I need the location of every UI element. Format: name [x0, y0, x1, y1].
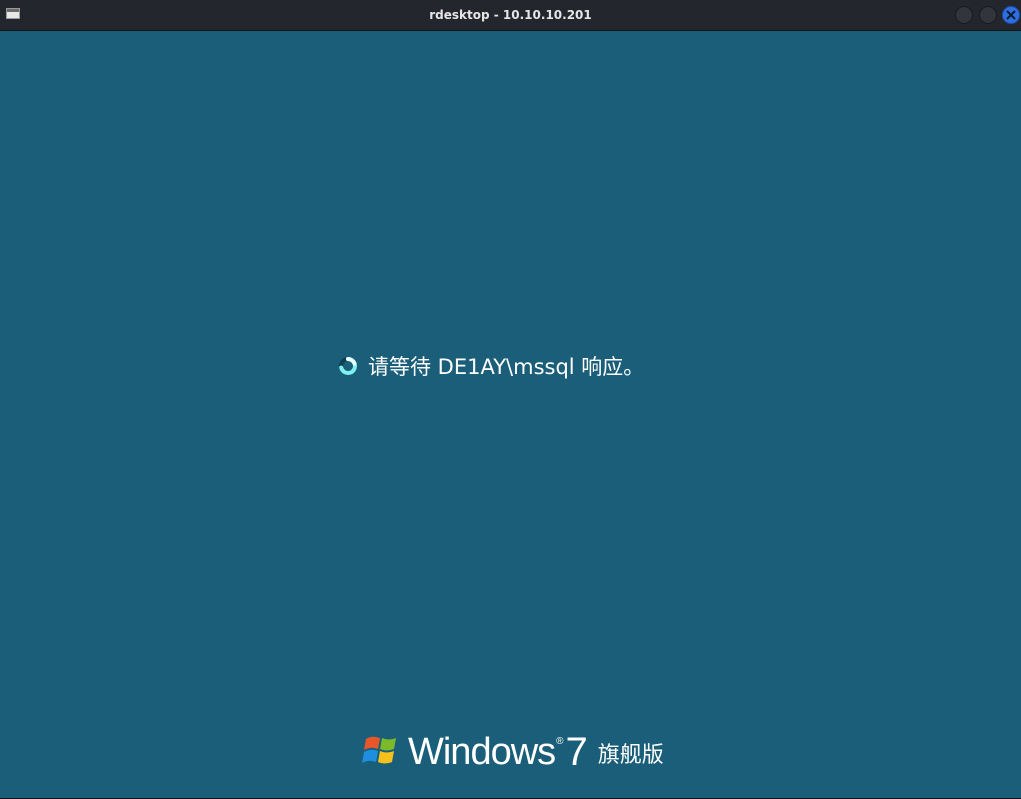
minimize-button[interactable] — [955, 6, 973, 24]
windows-branding: Windows ® 7 旗舰版 — [362, 728, 664, 772]
remote-desktop-screen[interactable]: 请等待 DE1AY\mssql 响应。 Windows ® 7 旗舰版 — [0, 31, 1021, 798]
product-version: 7 — [565, 730, 588, 774]
product-edition: 旗舰版 — [597, 743, 664, 768]
rdesktop-window: rdesktop - 10.10.10.201 请等待 DE1AY\mssql … — [0, 0, 1021, 799]
registered-mark: ® — [556, 736, 564, 747]
maximize-button[interactable] — [979, 6, 997, 24]
status-message: 请等待 DE1AY\mssql 响应。 — [368, 355, 645, 379]
loading-spinner-icon — [339, 357, 357, 375]
close-icon — [1006, 10, 1016, 20]
close-button[interactable] — [1002, 6, 1020, 24]
login-status: 请等待 DE1AY\mssql 响应。 — [338, 352, 644, 380]
title-bar[interactable]: rdesktop - 10.10.10.201 — [0, 0, 1021, 31]
window-title: rdesktop - 10.10.10.201 — [429, 8, 592, 22]
windows-flag-icon — [362, 736, 396, 764]
product-name: Windows — [408, 731, 556, 773]
